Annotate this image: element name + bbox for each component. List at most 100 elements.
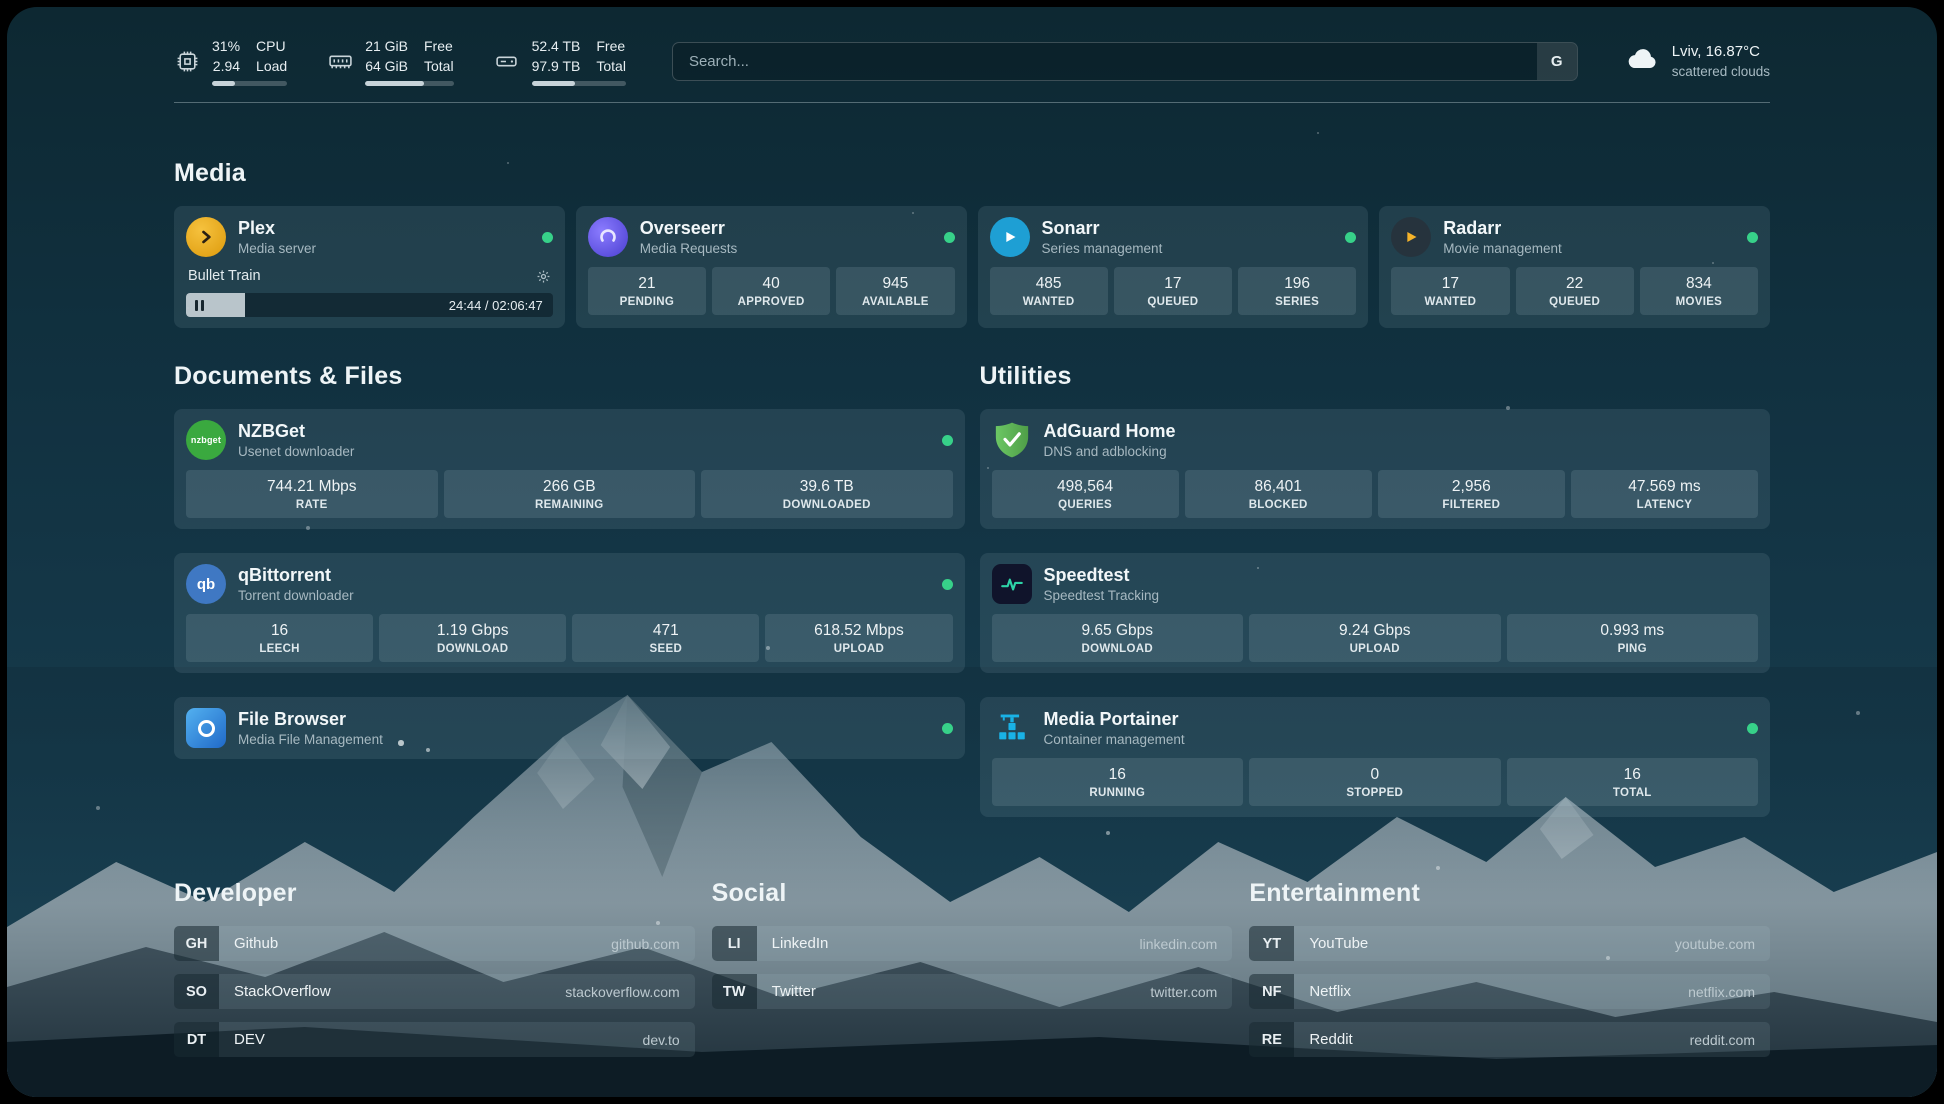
disk-label-top: Free [596,37,626,57]
bookmark-reddit[interactable]: RE Reddit reddit.com [1249,1022,1770,1057]
stat-label: LATENCY [1575,499,1754,511]
stat-label: SEED [576,643,755,655]
service-title: Media Portainer [1044,709,1185,730]
stat-tile: 21 PENDING [588,267,706,315]
pause-icon[interactable] [195,300,204,311]
cpu-widget: 31% 2.94 CPU Load [174,37,287,86]
service-card-sonarr[interactable]: Sonarr Series management 485 WANTED 17 Q… [978,206,1369,328]
stat-tile: 0 STOPPED [1249,758,1501,806]
stat-tile: 945 AVAILABLE [836,267,954,315]
bookmark-url: stackoverflow.com [565,974,694,1009]
stat-value: 498,564 [996,478,1175,496]
stat-value: 39.6 TB [705,478,949,496]
bookmark-stackoverflow[interactable]: SO StackOverflow stackoverflow.com [174,974,695,1009]
service-title: Speedtest [1044,565,1160,586]
service-card-filebrowser[interactable]: File Browser Media File Management [174,697,965,759]
stat-value: 17 [1118,275,1228,293]
status-online-dot [942,579,953,590]
reddit-abbr-icon: RE [1249,1022,1294,1057]
stat-tile: 17 QUEUED [1114,267,1232,315]
service-card-portainer[interactable]: Media Portainer Container management 16 … [980,697,1771,817]
stat-value: 9.24 Gbps [1253,622,1497,640]
stat-tile: 0.993 ms PING [1507,614,1759,662]
cpu-label-top: CPU [256,37,287,57]
service-card-plex[interactable]: Plex Media server Bullet Train [174,206,565,328]
service-subtitle: DNS and adblocking [1044,444,1176,459]
bookmark-url: netflix.com [1688,974,1770,1009]
service-subtitle: Series management [1042,241,1163,256]
stat-value: 22 [1520,275,1630,293]
service-subtitle: Movie management [1443,241,1562,256]
bookmark-dev[interactable]: DT DEV dev.to [174,1022,695,1057]
gear-icon[interactable] [536,269,551,284]
service-title: Radarr [1443,218,1562,239]
radarr-icon [1391,217,1431,257]
service-card-qbittorrent[interactable]: qb qBittorrent Torrent downloader 16 LEE… [174,553,965,673]
status-online-dot [942,435,953,446]
memory-icon [327,49,353,74]
youtube-abbr-icon: YT [1249,926,1294,961]
search-provider-button[interactable]: G [1537,43,1577,80]
playback-progress-bar[interactable]: 24:44 / 02:06:47 [186,293,553,317]
stat-value: 16 [190,622,369,640]
service-card-nzbget[interactable]: nzbget NZBGet Usenet downloader 744.21 M… [174,409,965,529]
stat-tile: 2,956 FILTERED [1378,470,1565,518]
service-title: qBittorrent [238,565,354,586]
service-card-radarr[interactable]: Radarr Movie management 17 WANTED 22 QUE… [1379,206,1770,328]
bookmark-twitter[interactable]: TW Twitter twitter.com [712,974,1233,1009]
bookmark-url: dev.to [643,1022,695,1057]
stat-value: 618.52 Mbps [769,622,948,640]
section-social: Social LI LinkedIn linkedin.com TW Twitt… [712,879,1233,1009]
github-abbr-icon: GH [174,926,219,961]
bookmark-youtube[interactable]: YT YouTube youtube.com [1249,926,1770,961]
speedtest-icon [992,564,1032,604]
bookmark-name: Reddit [1294,1022,1367,1057]
bookmark-url: youtube.com [1675,926,1770,961]
search-input[interactable] [672,42,1578,81]
stat-value: 9.65 Gbps [996,622,1240,640]
cpu-percent: 31% [212,37,240,57]
bookmark-linkedin[interactable]: LI LinkedIn linkedin.com [712,926,1233,961]
section-entertainment: Entertainment YT YouTube youtube.com NF … [1249,879,1770,1057]
stat-tile: 471 SEED [572,614,759,662]
stat-label: STOPPED [1253,787,1497,799]
portainer-icon [992,708,1032,748]
cpu-progress-bar [212,81,287,86]
stat-value: 744.21 Mbps [190,478,434,496]
qbittorrent-icon: qb [186,564,226,604]
weather-widget: Lviv, 16.87°C scattered clouds [1624,41,1770,82]
disk-widget: 52.4 TB 97.9 TB Free Total [494,37,626,86]
disk-free: 52.4 TB [532,37,581,57]
dev-abbr-icon: DT [174,1022,219,1057]
weather-location: Lviv, 16.87°C [1672,42,1770,62]
linkedin-abbr-icon: LI [712,926,757,961]
stat-tile: 22 QUEUED [1516,267,1634,315]
stat-label: QUERIES [996,499,1175,511]
stat-value: 16 [1511,766,1755,784]
stat-label: MOVIES [1644,296,1754,308]
stat-tile: 618.52 Mbps UPLOAD [765,614,952,662]
bookmark-url: reddit.com [1690,1022,1770,1057]
bookmark-github[interactable]: GH Github github.com [174,926,695,961]
service-card-overseerr[interactable]: Overseerr Media Requests 21 PENDING 40 A… [576,206,967,328]
section-title-media: Media [174,159,1770,188]
status-online-dot [1747,232,1758,243]
bookmark-netflix[interactable]: NF Netflix netflix.com [1249,974,1770,1009]
header-divider [174,102,1770,103]
playback-time: 24:44 / 02:06:47 [449,298,553,313]
resource-widgets: 31% 2.94 CPU Load [174,37,626,86]
service-subtitle: Media File Management [238,732,383,747]
overseerr-icon [588,217,628,257]
service-title: AdGuard Home [1044,421,1176,442]
status-online-dot [942,723,953,734]
memory-label-top: Free [424,37,454,57]
stackoverflow-abbr-icon: SO [174,974,219,1009]
stat-label: DOWNLOAD [996,643,1240,655]
service-title: Overseerr [640,218,738,239]
stat-label: REMAINING [448,499,692,511]
stat-value: 834 [1644,275,1754,293]
service-card-speedtest[interactable]: Speedtest Speedtest Tracking 9.65 Gbps D… [980,553,1771,673]
stat-value: 266 GB [448,478,692,496]
service-card-adguard[interactable]: AdGuard Home DNS and adblocking 498,564 … [980,409,1771,529]
status-online-dot [944,232,955,243]
